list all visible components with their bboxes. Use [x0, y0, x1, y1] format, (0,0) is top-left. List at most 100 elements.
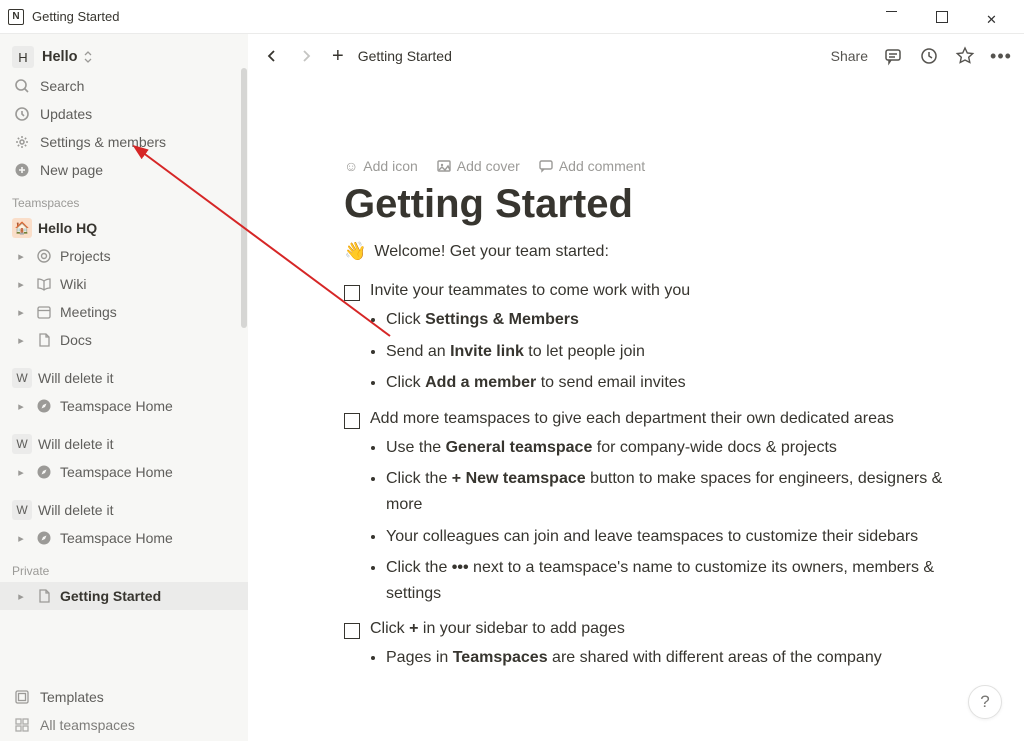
- checkbox[interactable]: [344, 623, 360, 639]
- sidebar-updates[interactable]: Updates: [0, 100, 248, 128]
- list-item[interactable]: Click Settings & Members: [386, 307, 960, 333]
- sidebar-settings-label: Settings & members: [40, 134, 166, 150]
- welcome-text: Welcome! Get your team started:: [374, 243, 608, 261]
- bold-text: Invite link: [450, 343, 524, 360]
- sidebar-item-teamspace-home-c[interactable]: ▸ Teamspace Home: [0, 524, 248, 552]
- teamspaces-section-label: Teamspaces: [0, 184, 248, 214]
- text: are shared with different areas of the c…: [548, 649, 882, 666]
- text: next to a teamspace's name to customize …: [386, 559, 934, 602]
- text: for company-wide docs & projects: [592, 439, 837, 456]
- compass-icon: [34, 530, 54, 546]
- sidebar-item-docs[interactable]: ▸ Docs: [0, 326, 248, 354]
- search-icon: [12, 76, 32, 96]
- close-button[interactable]: [974, 3, 1010, 31]
- nav-back-button[interactable]: [260, 46, 284, 66]
- text: Pages in: [386, 649, 453, 666]
- todo-text: Invite your teammates to come work with …: [370, 282, 690, 300]
- share-button[interactable]: Share: [831, 48, 868, 64]
- new-tab-button[interactable]: +: [328, 45, 348, 68]
- sidebar-item-meetings[interactable]: ▸ Meetings: [0, 298, 248, 326]
- minimize-button[interactable]: [874, 3, 910, 31]
- todo-item-teamspaces[interactable]: Add more teamspaces to give each departm…: [344, 410, 960, 429]
- breadcrumb[interactable]: Getting Started: [358, 48, 452, 64]
- app-icon: N: [8, 9, 24, 25]
- chevron-right-icon[interactable]: ▸: [14, 334, 28, 347]
- sidebar-item-label: Teamspace Home: [60, 530, 173, 546]
- nav-forward-button[interactable]: [294, 46, 318, 66]
- list-item[interactable]: Your colleagues can join and leave teams…: [386, 524, 960, 550]
- sidebar-item-teamspace-home-b[interactable]: ▸ Teamspace Home: [0, 458, 248, 486]
- checkbox[interactable]: [344, 413, 360, 429]
- list-item[interactable]: Click Add a member to send email invites: [386, 370, 960, 396]
- text: to send email invites: [536, 374, 685, 391]
- teamspace-hello-hq[interactable]: 🏠 Hello HQ: [0, 214, 248, 242]
- list-item[interactable]: Pages in Teamspaces are shared with diff…: [386, 645, 960, 671]
- window-title: Getting Started: [32, 9, 874, 24]
- chevron-right-icon[interactable]: ▸: [14, 306, 28, 319]
- list-item[interactable]: Click the ••• next to a teamspace's name…: [386, 555, 960, 606]
- add-cover-button[interactable]: Add cover: [436, 158, 520, 174]
- teamspace-will-delete-a[interactable]: W Will delete it: [0, 364, 248, 392]
- sidebar-scrollbar[interactable]: [241, 68, 247, 328]
- grid-icon: [12, 715, 32, 735]
- todo-text: Add more teamspaces to give each departm…: [370, 410, 894, 428]
- sidebar-settings-members[interactable]: Settings & members: [0, 128, 248, 156]
- teamspace-label: Will delete it: [38, 502, 113, 518]
- bullet-list: Pages in Teamspaces are shared with diff…: [344, 645, 960, 671]
- list-item[interactable]: Send an Invite link to let people join: [386, 339, 960, 365]
- emoji-icon: ☺: [344, 158, 358, 174]
- sidebar-item-getting-started[interactable]: ▸ Getting Started: [0, 582, 248, 610]
- teamspace-will-delete-b[interactable]: W Will delete it: [0, 430, 248, 458]
- todo-item-invite[interactable]: Invite your teammates to come work with …: [344, 282, 960, 301]
- history-icon[interactable]: [918, 45, 940, 67]
- page-title[interactable]: Getting Started: [344, 182, 960, 227]
- chevron-right-icon[interactable]: ▸: [14, 466, 28, 479]
- bullet-list: Click Settings & Members Send an Invite …: [344, 307, 960, 396]
- clock-icon: [12, 104, 32, 124]
- sidebar-updates-label: Updates: [40, 106, 92, 122]
- todo-item-add-pages[interactable]: Click + in your sidebar to add pages: [344, 620, 960, 639]
- comments-icon[interactable]: [882, 45, 904, 67]
- workspace-switcher[interactable]: H Hello: [0, 42, 248, 72]
- chevron-right-icon[interactable]: ▸: [14, 590, 28, 603]
- list-item[interactable]: Use the General teamspace for company-wi…: [386, 435, 960, 461]
- add-comment-button[interactable]: Add comment: [538, 158, 645, 174]
- sidebar-new-page[interactable]: New page: [0, 156, 248, 184]
- sidebar-new-page-label: New page: [40, 162, 103, 178]
- image-icon: [436, 158, 452, 174]
- sidebar-templates[interactable]: Templates: [0, 683, 248, 711]
- favorite-star-icon[interactable]: [954, 45, 976, 67]
- sidebar-search-label: Search: [40, 78, 84, 94]
- text: in your sidebar to add pages: [418, 620, 624, 637]
- add-comment-label: Add comment: [559, 158, 645, 174]
- calendar-icon: [34, 304, 54, 320]
- help-button[interactable]: ?: [968, 685, 1002, 719]
- add-icon-label: Add icon: [363, 158, 417, 174]
- chevron-right-icon[interactable]: ▸: [14, 532, 28, 545]
- teamspace-label: Will delete it: [38, 370, 113, 386]
- compass-icon: [34, 398, 54, 414]
- sidebar-search[interactable]: Search: [0, 72, 248, 100]
- bold-text: •••: [452, 559, 469, 576]
- sidebar-item-teamspace-home-a[interactable]: ▸ Teamspace Home: [0, 392, 248, 420]
- teamspace-will-delete-c[interactable]: W Will delete it: [0, 496, 248, 524]
- chevron-right-icon[interactable]: ▸: [14, 278, 28, 291]
- add-icon-button[interactable]: ☺ Add icon: [344, 158, 418, 174]
- welcome-line[interactable]: 👋 Welcome! Get your team started:: [344, 241, 960, 262]
- wave-emoji-icon: 👋: [344, 241, 366, 262]
- more-icon[interactable]: •••: [990, 45, 1012, 67]
- sidebar-item-wiki[interactable]: ▸ Wiki: [0, 270, 248, 298]
- chevron-right-icon[interactable]: ▸: [14, 250, 28, 263]
- topbar: + Getting Started Share •••: [248, 34, 1024, 78]
- bold-text: General teamspace: [446, 439, 593, 456]
- text: Click: [386, 374, 425, 391]
- chevron-right-icon[interactable]: ▸: [14, 400, 28, 413]
- gear-icon: [12, 132, 32, 152]
- sidebar-all-teamspaces[interactable]: All teamspaces: [0, 711, 248, 739]
- list-item[interactable]: Click the + New teamspace button to make…: [386, 466, 960, 517]
- sidebar-item-label: Teamspace Home: [60, 398, 173, 414]
- sidebar-item-label: Getting Started: [60, 588, 161, 604]
- maximize-button[interactable]: [924, 3, 960, 31]
- checkbox[interactable]: [344, 285, 360, 301]
- sidebar-item-projects[interactable]: ▸ Projects: [0, 242, 248, 270]
